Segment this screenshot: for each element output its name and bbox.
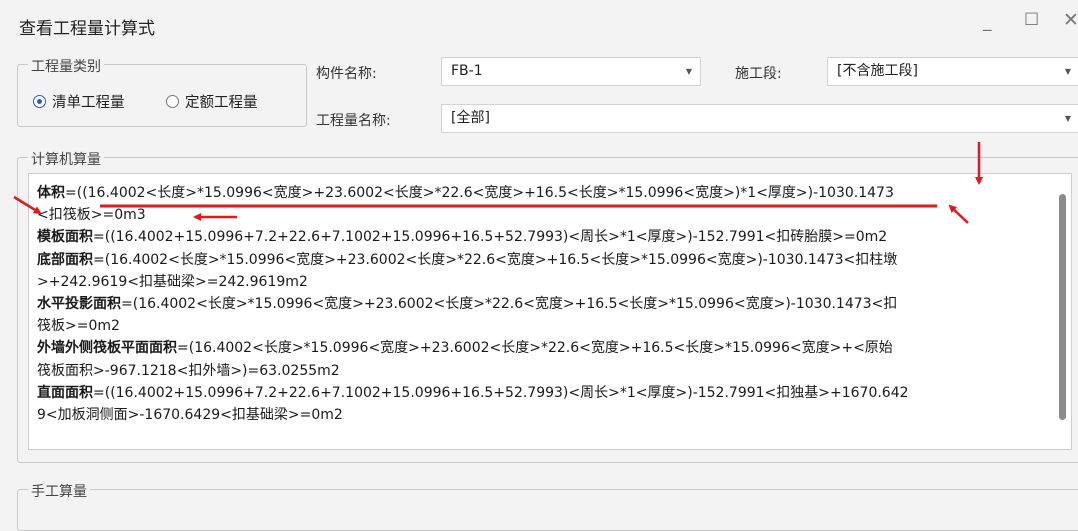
chevron-down-icon: ▼	[685, 67, 692, 76]
radio-label: 清单工程量	[52, 95, 125, 111]
formula-expression: =((16.4002+15.0996+7.2+22.6+7.1002+15.09…	[93, 384, 909, 401]
radio-unselected-icon	[166, 95, 179, 108]
construction-stage-label: 施工段:	[735, 66, 782, 82]
formula-expression: 筏板>=0m2	[37, 318, 120, 335]
formula-name: 外墙外侧筏板平面面积	[37, 340, 177, 357]
formula-line: 9<加板洞侧面>-1670.6429<扣基础梁>=0m2	[37, 404, 1047, 426]
component-name-dropdown[interactable]: FB-1 ▼	[441, 57, 701, 86]
radio-selected-icon	[33, 95, 46, 108]
construction-stage-value: [不含施工段]	[837, 63, 918, 79]
formula-expression: 9<加板洞侧面>-1670.6429<扣基础梁>=0m2	[37, 406, 343, 423]
quantity-name-dropdown[interactable]: [全部] ▼	[441, 104, 1078, 133]
radio-list-quantity[interactable]: 清单工程量	[33, 91, 125, 112]
quantity-name-value: [全部]	[451, 110, 490, 126]
component-name-value: FB-1	[451, 63, 483, 79]
manual-calc-group: 手工算量	[17, 481, 1078, 531]
formula-expression: =(16.4002<长度>*15.0996<宽度>+23.6002<长度>*22…	[121, 295, 898, 312]
formula-expression: <扣筏板>=0m3	[37, 207, 146, 224]
formula-expression: 筏板面积>-967.1218<扣外墙>)=63.0255m2	[37, 362, 340, 379]
formula-expression: =((16.4002+15.0996+7.2+22.6+7.1002+15.09…	[93, 229, 888, 246]
formula-expression: =((16.4002<长度>*15.0996<宽度>+23.6002<长度>*2…	[65, 185, 894, 201]
window-title: 查看工程量计算式	[19, 19, 155, 39]
formula-line: 直面面积=((16.4002+15.0996+7.2+22.6+7.1002+1…	[37, 382, 1047, 404]
chevron-down-icon: ▼	[1064, 114, 1071, 123]
component-name-label: 构件名称:	[316, 66, 377, 82]
formula-text: 体积=((16.4002<长度>*15.0996<宽度>+23.6002<长度>…	[37, 182, 1047, 426]
formula-line: 模板面积=((16.4002+15.0996+7.2+22.6+7.1002+1…	[37, 226, 1047, 248]
formula-line: 体积=((16.4002<长度>*15.0996<宽度>+23.6002<长度>…	[37, 182, 1047, 204]
construction-stage-dropdown[interactable]: [不含施工段] ▼	[827, 57, 1078, 86]
formula-line: 底部面积=(16.4002<长度>*15.0996<宽度>+23.6002<长度…	[37, 249, 1047, 271]
formula-line: 筏板面积>-967.1218<扣外墙>)=63.0255m2	[37, 360, 1047, 382]
formula-line: 外墙外侧筏板平面面积=(16.4002<长度>*15.0996<宽度>+23.6…	[37, 337, 1047, 359]
chevron-down-icon: ▼	[1064, 67, 1071, 76]
quantity-type-group-title: 工程量类别	[28, 56, 104, 76]
formula-name: 水平投影面积	[37, 295, 121, 312]
formula-line: >+242.9619<扣基础梁>=242.9619m2	[37, 271, 1047, 293]
formula-line: <扣筏板>=0m3	[37, 204, 1047, 226]
radio-quota-quantity[interactable]: 定额工程量	[166, 91, 258, 112]
formula-line: 水平投影面积=(16.4002<长度>*15.0996<宽度>+23.6002<…	[37, 293, 1047, 315]
formula-expression: >+242.9619<扣基础梁>=242.9619m2	[37, 273, 308, 290]
maximize-button[interactable]: ☐	[1024, 10, 1039, 30]
manual-calc-group-title: 手工算量	[28, 481, 90, 501]
formula-textbox[interactable]: 体积=((16.4002<长度>*15.0996<宽度>+23.6002<长度>…	[28, 173, 1072, 450]
formula-name: 体积	[37, 185, 65, 201]
formula-line: 筏板>=0m2	[37, 315, 1047, 337]
formula-name: 模板面积	[37, 229, 93, 246]
close-button[interactable]: ✕	[1063, 9, 1078, 31]
radio-label: 定额工程量	[185, 95, 258, 111]
formula-name: 直面面积	[37, 384, 93, 401]
formula-expression: =(16.4002<长度>*15.0996<宽度>+23.6002<长度>*22…	[93, 251, 898, 268]
formula-name: 底部面积	[37, 251, 93, 268]
computer-calc-group-title: 计算机算量	[28, 149, 104, 169]
minimize-button[interactable]: _	[983, 12, 992, 32]
vertical-scrollbar[interactable]	[1059, 194, 1066, 420]
quantity-name-label: 工程量名称:	[316, 113, 391, 129]
formula-expression: =(16.4002<长度>*15.0996<宽度>+23.6002<长度>*22…	[177, 340, 893, 357]
quantity-type-group: 工程量类别 清单工程量 定额工程量	[17, 56, 307, 127]
